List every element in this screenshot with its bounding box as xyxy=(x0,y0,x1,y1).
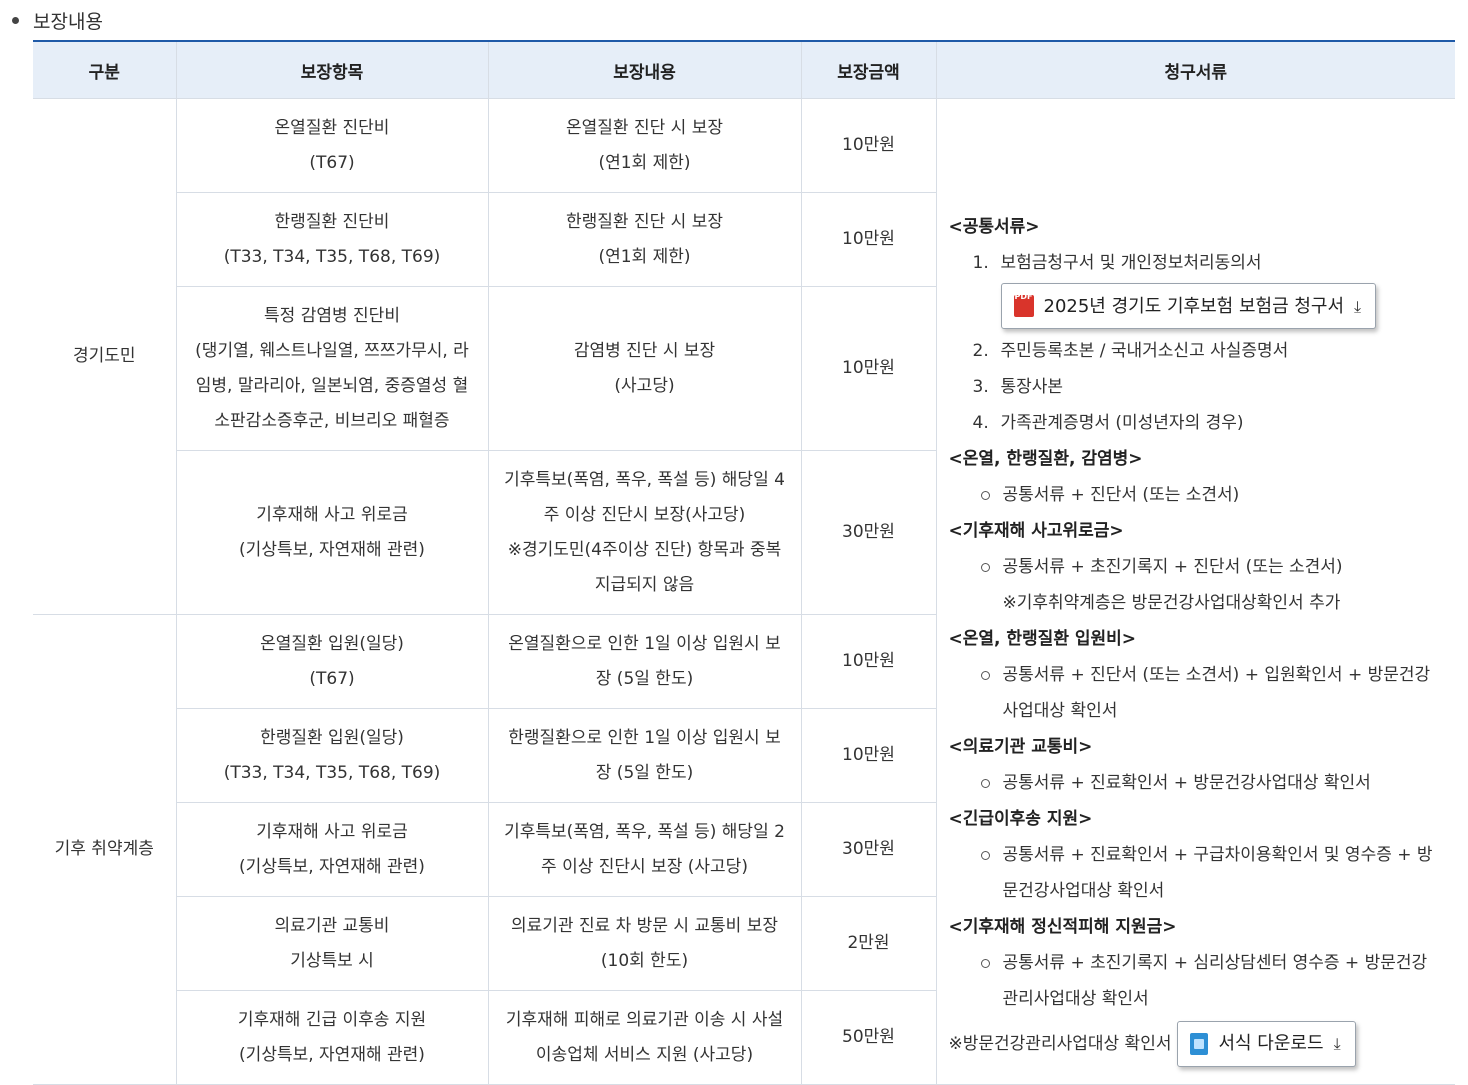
list-item: 공통서류 + 진단서 (또는 소견서) + 입원확인서 + 방문건강 xyxy=(949,657,1446,693)
content-cell: 기후재해 피해로 의료기관 이송 시 사설 이송업체 서비스 지원 (사고당) xyxy=(487,990,801,1085)
header-docs: 청구서류 xyxy=(935,41,1455,99)
document-icon xyxy=(1190,1033,1209,1055)
list-item: 공통서류 + 초진기록지 + 진단서 (또는 소견서) xyxy=(949,549,1446,585)
amount-cell: 10만원 xyxy=(800,192,936,287)
bullet-icon xyxy=(12,16,19,24)
list-item: 공통서류 + 진단서 (또는 소견서) xyxy=(949,477,1446,513)
docs-note: ※기후취약계층은 방문건강사업대상확인서 추가 xyxy=(1002,593,1341,613)
content-cell: 의료기관 진료 차 방문 시 교통비 보장 (10회 한도) xyxy=(487,896,801,991)
content-cell: 한랭질환 진단 시 보장 (연1회 제한) xyxy=(487,192,801,287)
item-cell: 의료기관 교통비 기상특보 시 xyxy=(175,896,488,991)
docs-common-title: <공통서류> xyxy=(948,217,1040,237)
list-item: 공통서류 + 초진기록지 + 심리상담센터 영수증 + 방문건강 xyxy=(949,945,1446,981)
list-item: 1. 보험금청구서 및 개인정보처리동의서 xyxy=(972,253,1262,273)
download-icon: ⤓ xyxy=(1354,296,1362,316)
list-item: 공통서류 + 진료확인서 + 구급차이용확인서 및 영수증 + 방 xyxy=(949,837,1446,873)
content-cell: 기후특보(폭염, 폭우, 폭설 등) 해당일 4주 이상 진단시 보장(사고당)… xyxy=(487,450,801,615)
section-title: 보장내용 xyxy=(8,6,103,34)
claim-form-download-button[interactable]: PDF 2025년 경기도 기후보험 보험금 청구서 ⤓ xyxy=(1000,283,1377,329)
header-amount: 보장금액 xyxy=(800,41,936,99)
docs-section-title: <기후재해 사고위로금> xyxy=(948,521,1124,541)
form-download-button[interactable]: 서식 다운로드 ⤓ xyxy=(1177,1021,1356,1067)
circle-bullet-icon xyxy=(980,851,990,860)
docs-cell: <공통서류> 1. 보험금청구서 및 개인정보처리동의서 PDF 2025년 경기… xyxy=(935,98,1455,1085)
docs-footer-note: ※방문건강관리사업대상 확인서 xyxy=(948,1034,1172,1054)
content-cell: 기후특보(폭염, 폭우, 폭설 등) 해당일 2주 이상 진단시 보장 (사고당… xyxy=(487,802,801,897)
amount-cell: 50만원 xyxy=(800,990,936,1085)
coverage-table: 구분 보장항목 보장내용 보장금액 청구서류 경기도민 온열질환 진단비 (T67… xyxy=(33,40,1455,1085)
group-gyeonggi: 경기도민 xyxy=(33,98,176,615)
item-cell: 기후재해 긴급 이후송 지원 (기상특보, 자연재해 관련) xyxy=(175,990,488,1085)
header-item: 보장항목 xyxy=(175,41,488,99)
group-climate-vulnerable: 기후 취약계층 xyxy=(33,614,176,1085)
download-icon: ⤓ xyxy=(1333,1034,1341,1053)
list-item-cont: 문건강사업대상 확인서 xyxy=(1002,881,1165,901)
circle-bullet-icon xyxy=(980,671,990,680)
list-item: 3. 통장사본 xyxy=(972,377,1064,397)
amount-cell: 10만원 xyxy=(800,708,936,803)
amount-cell: 30만원 xyxy=(800,450,936,615)
circle-bullet-icon xyxy=(980,779,990,788)
item-cell: 한랭질환 진단비 (T33, T34, T35, T68, T69) xyxy=(175,192,488,287)
table-row: 경기도민 온열질환 진단비 (T67) 온열질환 진단 시 보장 (연1회 제한) … xyxy=(33,98,1455,1085)
amount-cell: 10만원 xyxy=(800,286,936,451)
list-item: 4. 가족관계증명서 (미성년자의 경우) xyxy=(972,413,1244,433)
header-content: 보장내용 xyxy=(487,41,801,99)
header-category: 구분 xyxy=(33,41,176,99)
content-cell: 온열질환 진단 시 보장 (연1회 제한) xyxy=(487,98,801,193)
pdf-icon: PDF xyxy=(1013,292,1034,317)
circle-bullet-icon xyxy=(980,491,990,500)
content-cell: 온열질환으로 인한 1일 이상 입원시 보장 (5일 한도) xyxy=(487,614,801,709)
list-item: 공통서류 + 진료확인서 + 방문건강사업대상 확인서 xyxy=(949,765,1446,801)
docs-section-title: <긴급이후송 지원> xyxy=(948,809,1093,829)
docs-section-title: <온열, 한랭질환 입원비> xyxy=(948,629,1137,649)
item-cell: 기후재해 사고 위로금 (기상특보, 자연재해 관련) xyxy=(175,802,488,897)
docs-section-title: <기후재해 정신적피해 지원금> xyxy=(948,917,1177,937)
item-cell: 온열질환 진단비 (T67) xyxy=(175,98,488,193)
list-item-cont: 사업대상 확인서 xyxy=(1002,701,1118,721)
item-cell: 특정 감염병 진단비 (댕기열, 웨스트나일열, 쯔쯔가무시, 라 임병, 말라리아… xyxy=(175,286,488,451)
amount-cell: 30만원 xyxy=(800,802,936,897)
content-cell: 감염병 진단 시 보장 (사고당) xyxy=(487,286,801,451)
list-item: 2. 주민등록초본 / 국내거소신고 사실증명서 xyxy=(972,341,1289,361)
amount-cell: 2만원 xyxy=(800,896,936,991)
item-cell: 기후재해 사고 위로금 (기상특보, 자연재해 관련) xyxy=(175,450,488,615)
docs-section-title: <의료기관 교통비> xyxy=(948,737,1093,757)
circle-bullet-icon xyxy=(980,563,990,572)
docs-section-title: <온열, 한랭질환, 감염병> xyxy=(948,449,1143,469)
content-cell: 한랭질환으로 인한 1일 이상 입원시 보장 (5일 한도) xyxy=(487,708,801,803)
header-row: 구분 보장항목 보장내용 보장금액 청구서류 xyxy=(33,41,1455,99)
amount-cell: 10만원 xyxy=(800,98,936,193)
item-cell: 온열질환 입원(일당) (T67) xyxy=(175,614,488,709)
section-title-text: 보장내용 xyxy=(33,10,103,33)
amount-cell: 10만원 xyxy=(800,614,936,709)
list-item-cont: 관리사업대상 확인서 xyxy=(1002,989,1149,1009)
circle-bullet-icon xyxy=(980,959,990,968)
item-cell: 한랭질환 입원(일당) (T33, T34, T35, T68, T69) xyxy=(175,708,488,803)
